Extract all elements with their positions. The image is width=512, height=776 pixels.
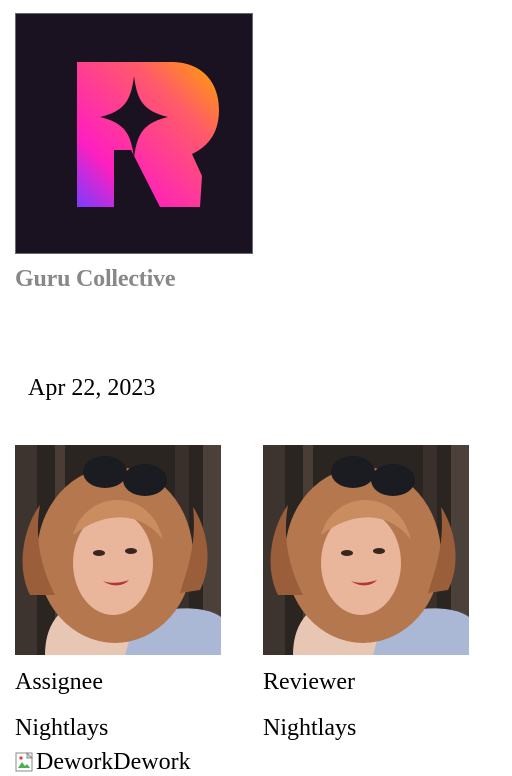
assignee-name[interactable]: Nightlays xyxy=(15,714,221,742)
dework-logo-image[interactable]: DeworkDework xyxy=(15,748,191,776)
task-date: Apr 22, 2023 xyxy=(28,375,156,401)
dework-alt-text: DeworkDework xyxy=(36,749,191,775)
reviewer-avatar[interactable] xyxy=(263,445,469,655)
assignee-label: Assignee xyxy=(15,669,103,695)
assignee-card: Assignee Nightlays xyxy=(15,445,221,742)
reviewer-label: Reviewer xyxy=(263,669,355,695)
sparkle-r-logo-icon xyxy=(77,62,219,207)
organization-name[interactable]: Guru Collective xyxy=(15,266,176,293)
reviewer-name[interactable]: Nightlays xyxy=(263,714,469,742)
assignee-avatar[interactable] xyxy=(15,445,221,655)
organization-logo[interactable] xyxy=(15,13,253,254)
broken-image-icon xyxy=(15,752,34,772)
reviewer-card: Reviewer Nightlays xyxy=(263,445,469,742)
